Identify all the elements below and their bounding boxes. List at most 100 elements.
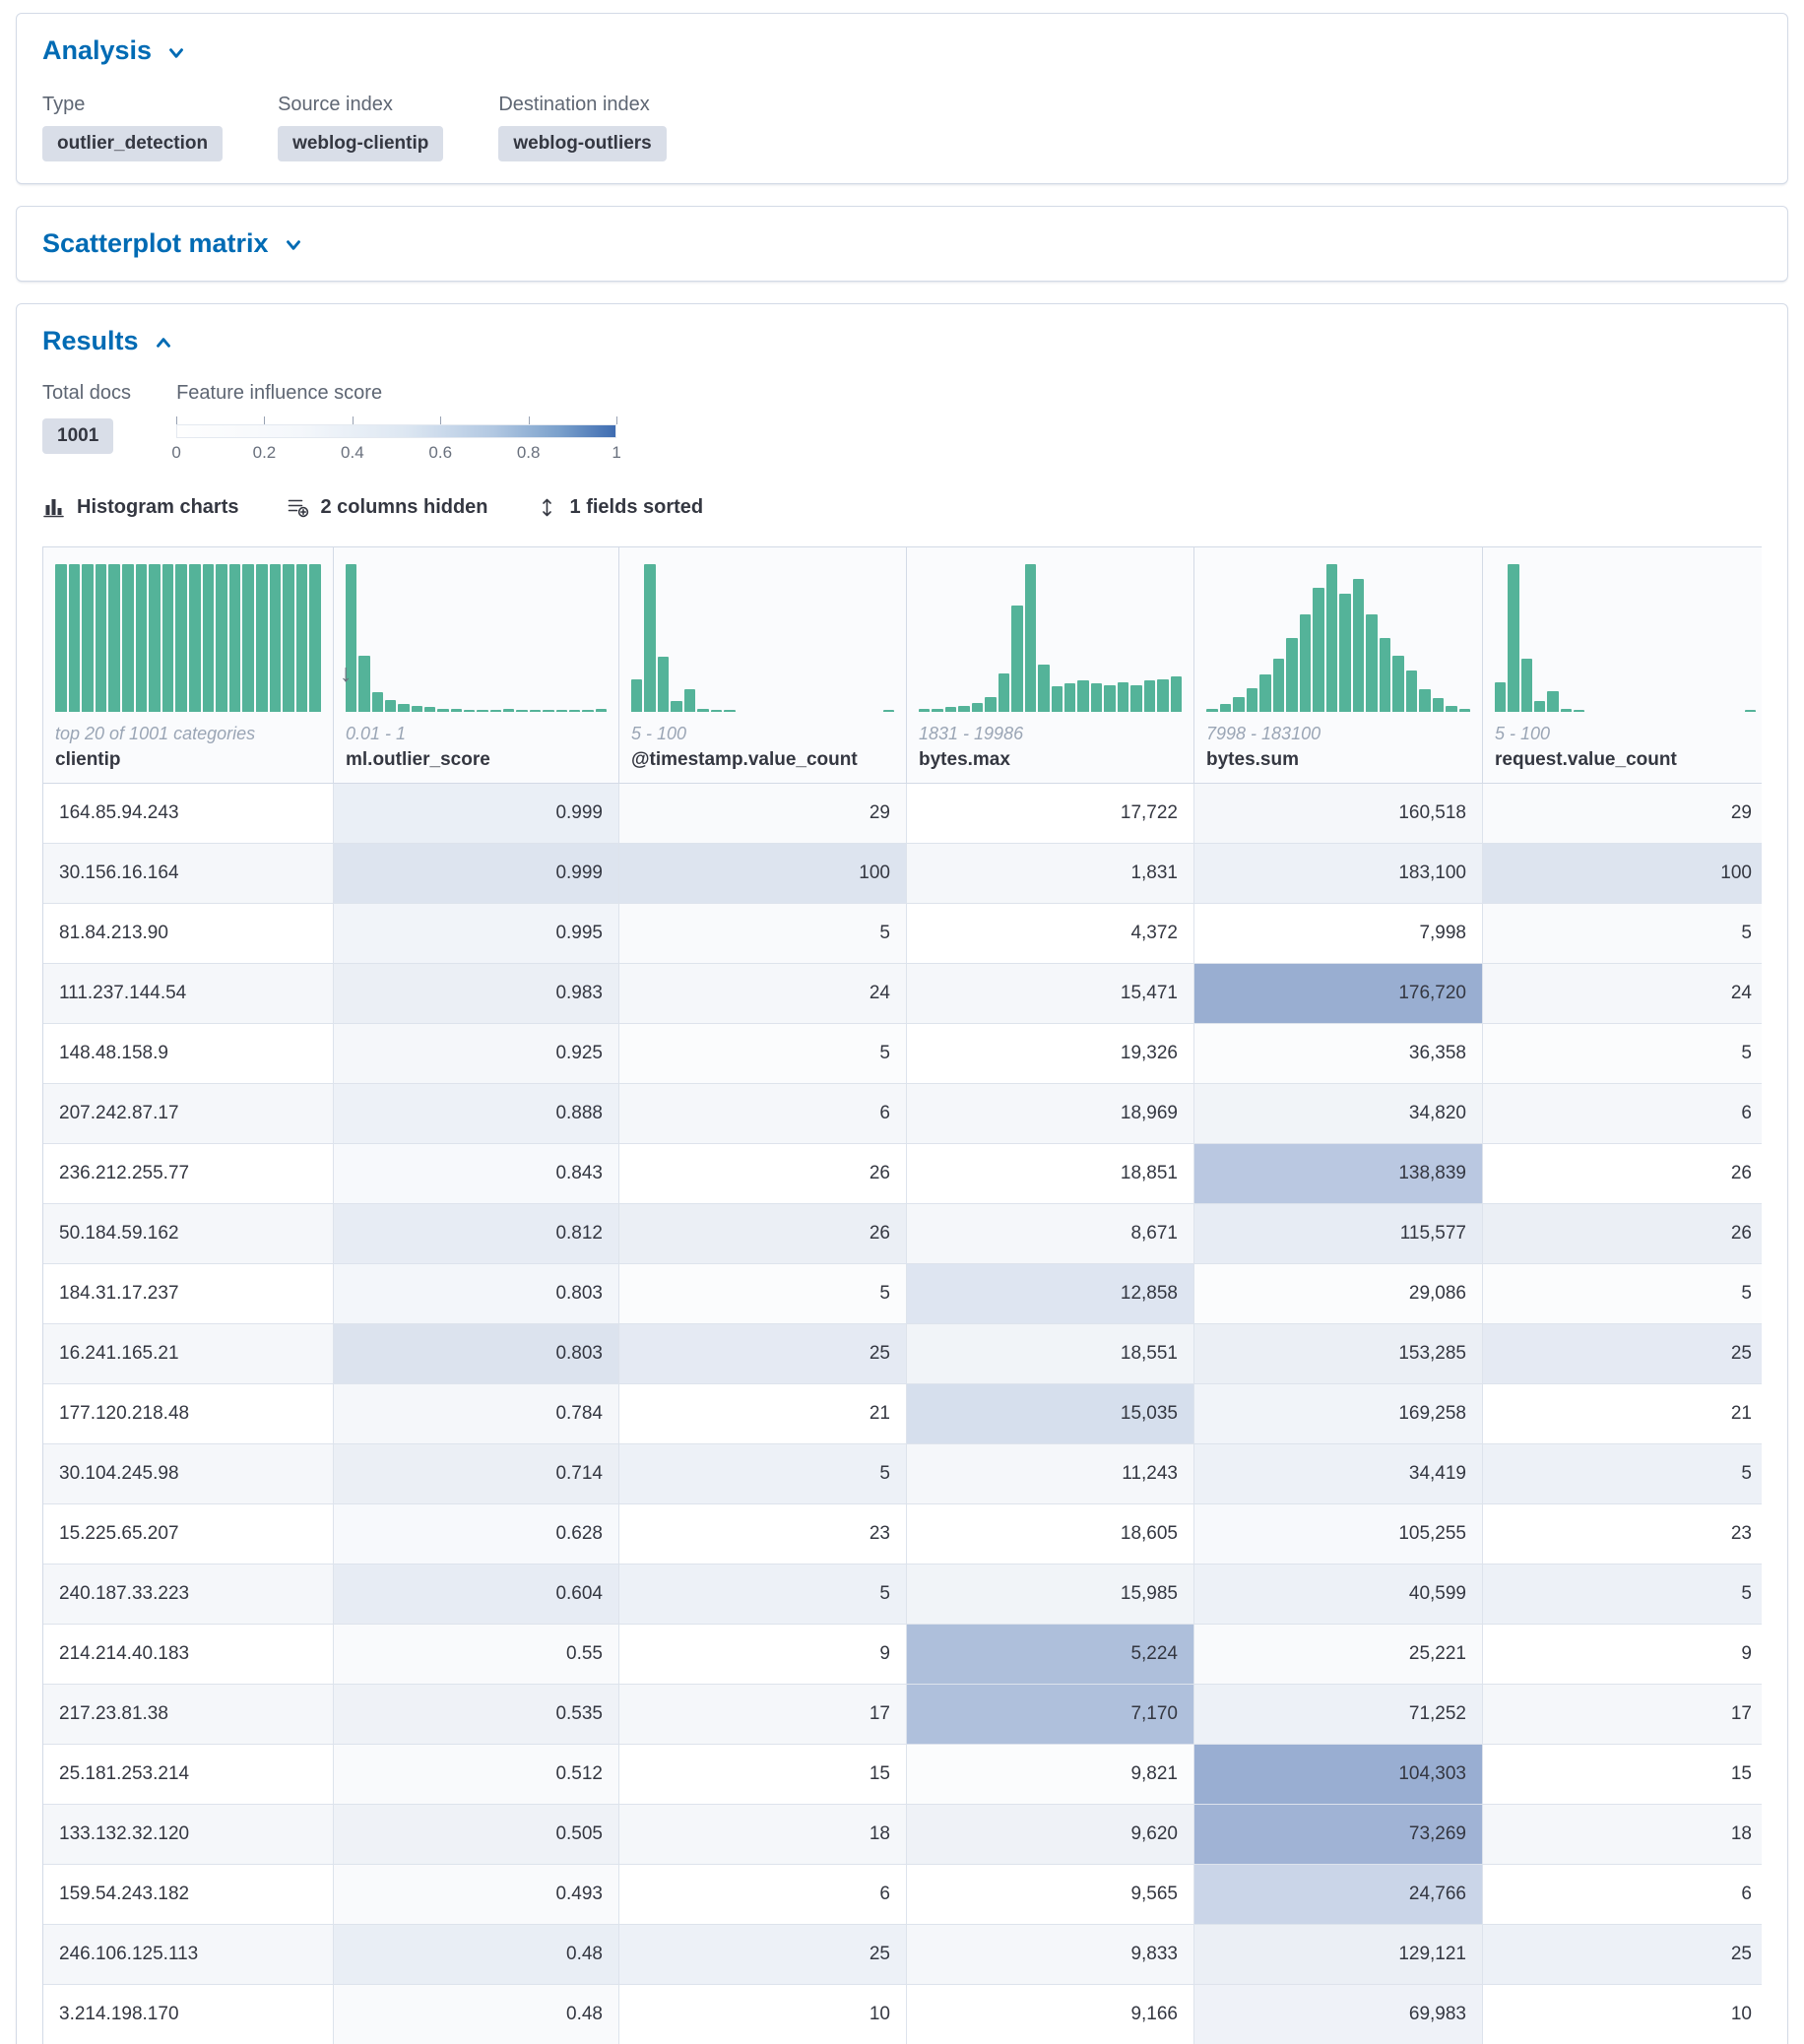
- grid-cell-ml.outlier_score[interactable]: 0.784: [334, 1384, 619, 1444]
- results-panel-toggle[interactable]: Results: [42, 326, 174, 356]
- grid-cell-request.value_count[interactable]: 6: [1483, 1865, 1762, 1925]
- grid-cell-bytes.max[interactable]: 18,969: [907, 1084, 1194, 1144]
- grid-cell-bytes.sum[interactable]: 29,086: [1194, 1264, 1483, 1324]
- fields-sorted-button[interactable]: 1 fields sorted: [536, 496, 704, 519]
- grid-cell-bytes.max[interactable]: 7,170: [907, 1685, 1194, 1745]
- grid-cell-bytes.sum[interactable]: 7,998: [1194, 904, 1483, 964]
- grid-cell-timestamp.value_count[interactable]: 9: [619, 1625, 907, 1685]
- scatterplot-panel-toggle[interactable]: Scatterplot matrix: [42, 228, 304, 259]
- grid-cell-bytes.max[interactable]: 18,851: [907, 1144, 1194, 1204]
- grid-cell-clientip[interactable]: 81.84.213.90: [43, 904, 334, 964]
- column-header-ml.outlier_score[interactable]: ↓0.01 - 1ml.outlier_score: [334, 547, 619, 784]
- grid-cell-timestamp.value_count[interactable]: 25: [619, 1324, 907, 1384]
- grid-cell-timestamp.value_count[interactable]: 26: [619, 1204, 907, 1264]
- grid-cell-timestamp.value_count[interactable]: 5: [619, 1024, 907, 1084]
- grid-cell-clientip[interactable]: 217.23.81.38: [43, 1685, 334, 1745]
- grid-cell-bytes.max[interactable]: 8,671: [907, 1204, 1194, 1264]
- grid-cell-timestamp.value_count[interactable]: 5: [619, 1264, 907, 1324]
- grid-cell-request.value_count[interactable]: 5: [1483, 904, 1762, 964]
- grid-cell-ml.outlier_score[interactable]: 0.999: [334, 844, 619, 904]
- grid-cell-ml.outlier_score[interactable]: 0.55: [334, 1625, 619, 1685]
- column-header-bytes.sum[interactable]: 7998 - 183100bytes.sum: [1194, 547, 1483, 784]
- grid-cell-request.value_count[interactable]: 21: [1483, 1384, 1762, 1444]
- grid-cell-timestamp.value_count[interactable]: 17: [619, 1685, 907, 1745]
- grid-cell-clientip[interactable]: 214.214.40.183: [43, 1625, 334, 1685]
- grid-cell-request.value_count[interactable]: 23: [1483, 1504, 1762, 1565]
- grid-cell-clientip[interactable]: 159.54.243.182: [43, 1865, 334, 1925]
- grid-cell-ml.outlier_score[interactable]: 0.983: [334, 964, 619, 1024]
- grid-cell-bytes.sum[interactable]: 24,766: [1194, 1865, 1483, 1925]
- grid-cell-ml.outlier_score[interactable]: 0.535: [334, 1685, 619, 1745]
- grid-cell-request.value_count[interactable]: 24: [1483, 964, 1762, 1024]
- grid-cell-ml.outlier_score[interactable]: 0.803: [334, 1324, 619, 1384]
- grid-cell-ml.outlier_score[interactable]: 0.512: [334, 1745, 619, 1805]
- grid-cell-request.value_count[interactable]: 5: [1483, 1264, 1762, 1324]
- grid-cell-timestamp.value_count[interactable]: 6: [619, 1865, 907, 1925]
- grid-cell-bytes.sum[interactable]: 34,419: [1194, 1444, 1483, 1504]
- grid-cell-request.value_count[interactable]: 5: [1483, 1444, 1762, 1504]
- grid-cell-ml.outlier_score[interactable]: 0.714: [334, 1444, 619, 1504]
- grid-cell-bytes.max[interactable]: 9,821: [907, 1745, 1194, 1805]
- grid-cell-bytes.sum[interactable]: 104,303: [1194, 1745, 1483, 1805]
- grid-cell-bytes.sum[interactable]: 25,221: [1194, 1625, 1483, 1685]
- grid-cell-clientip[interactable]: 207.242.87.17: [43, 1084, 334, 1144]
- grid-cell-ml.outlier_score[interactable]: 0.628: [334, 1504, 619, 1565]
- grid-cell-timestamp.value_count[interactable]: 21: [619, 1384, 907, 1444]
- grid-cell-request.value_count[interactable]: 9: [1483, 1625, 1762, 1685]
- grid-cell-clientip[interactable]: 25.181.253.214: [43, 1745, 334, 1805]
- grid-cell-bytes.sum[interactable]: 36,358: [1194, 1024, 1483, 1084]
- grid-cell-clientip[interactable]: 148.48.158.9: [43, 1024, 334, 1084]
- grid-cell-ml.outlier_score[interactable]: 0.48: [334, 1925, 619, 1985]
- grid-cell-timestamp.value_count[interactable]: 100: [619, 844, 907, 904]
- grid-cell-bytes.sum[interactable]: 40,599: [1194, 1565, 1483, 1625]
- grid-cell-bytes.sum[interactable]: 176,720: [1194, 964, 1483, 1024]
- grid-cell-ml.outlier_score[interactable]: 0.505: [334, 1805, 619, 1865]
- grid-cell-ml.outlier_score[interactable]: 0.999: [334, 784, 619, 844]
- grid-cell-bytes.max[interactable]: 19,326: [907, 1024, 1194, 1084]
- grid-cell-request.value_count[interactable]: 29: [1483, 784, 1762, 844]
- grid-cell-bytes.sum[interactable]: 138,839: [1194, 1144, 1483, 1204]
- grid-cell-clientip[interactable]: 133.132.32.120: [43, 1805, 334, 1865]
- grid-cell-timestamp.value_count[interactable]: 29: [619, 784, 907, 844]
- grid-cell-clientip[interactable]: 246.106.125.113: [43, 1925, 334, 1985]
- grid-cell-ml.outlier_score[interactable]: 0.812: [334, 1204, 619, 1264]
- grid-cell-timestamp.value_count[interactable]: 26: [619, 1144, 907, 1204]
- grid-cell-clientip[interactable]: 164.85.94.243: [43, 784, 334, 844]
- grid-cell-ml.outlier_score[interactable]: 0.493: [334, 1865, 619, 1925]
- grid-cell-timestamp.value_count[interactable]: 5: [619, 1565, 907, 1625]
- grid-cell-clientip[interactable]: 240.187.33.223: [43, 1565, 334, 1625]
- grid-cell-request.value_count[interactable]: 18: [1483, 1805, 1762, 1865]
- grid-cell-bytes.max[interactable]: 9,620: [907, 1805, 1194, 1865]
- grid-cell-clientip[interactable]: 236.212.255.77: [43, 1144, 334, 1204]
- grid-cell-request.value_count[interactable]: 6: [1483, 1084, 1762, 1144]
- grid-cell-bytes.sum[interactable]: 69,983: [1194, 1985, 1483, 2044]
- grid-cell-clientip[interactable]: 3.214.198.170: [43, 1985, 334, 2044]
- grid-cell-ml.outlier_score[interactable]: 0.803: [334, 1264, 619, 1324]
- grid-cell-clientip[interactable]: 184.31.17.237: [43, 1264, 334, 1324]
- grid-cell-request.value_count[interactable]: 25: [1483, 1925, 1762, 1985]
- grid-cell-bytes.max[interactable]: 9,565: [907, 1865, 1194, 1925]
- grid-cell-bytes.sum[interactable]: 115,577: [1194, 1204, 1483, 1264]
- grid-cell-bytes.max[interactable]: 18,551: [907, 1324, 1194, 1384]
- grid-cell-bytes.max[interactable]: 9,833: [907, 1925, 1194, 1985]
- grid-cell-timestamp.value_count[interactable]: 24: [619, 964, 907, 1024]
- grid-cell-bytes.max[interactable]: 15,985: [907, 1565, 1194, 1625]
- grid-cell-timestamp.value_count[interactable]: 6: [619, 1084, 907, 1144]
- grid-cell-bytes.max[interactable]: 9,166: [907, 1985, 1194, 2044]
- grid-cell-bytes.max[interactable]: 5,224: [907, 1625, 1194, 1685]
- grid-cell-request.value_count[interactable]: 26: [1483, 1144, 1762, 1204]
- grid-cell-clientip[interactable]: 50.184.59.162: [43, 1204, 334, 1264]
- grid-cell-request.value_count[interactable]: 10: [1483, 1985, 1762, 2044]
- grid-cell-bytes.max[interactable]: 11,243: [907, 1444, 1194, 1504]
- grid-cell-request.value_count[interactable]: 5: [1483, 1565, 1762, 1625]
- grid-cell-timestamp.value_count[interactable]: 5: [619, 1444, 907, 1504]
- grid-cell-request.value_count[interactable]: 100: [1483, 844, 1762, 904]
- grid-cell-bytes.max[interactable]: 4,372: [907, 904, 1194, 964]
- grid-cell-bytes.max[interactable]: 18,605: [907, 1504, 1194, 1565]
- grid-cell-clientip[interactable]: 30.104.245.98: [43, 1444, 334, 1504]
- column-header-bytes.max[interactable]: 1831 - 19986bytes.max: [907, 547, 1194, 784]
- grid-cell-request.value_count[interactable]: 15: [1483, 1745, 1762, 1805]
- grid-cell-bytes.sum[interactable]: 105,255: [1194, 1504, 1483, 1565]
- grid-cell-timestamp.value_count[interactable]: 18: [619, 1805, 907, 1865]
- grid-cell-clientip[interactable]: 177.120.218.48: [43, 1384, 334, 1444]
